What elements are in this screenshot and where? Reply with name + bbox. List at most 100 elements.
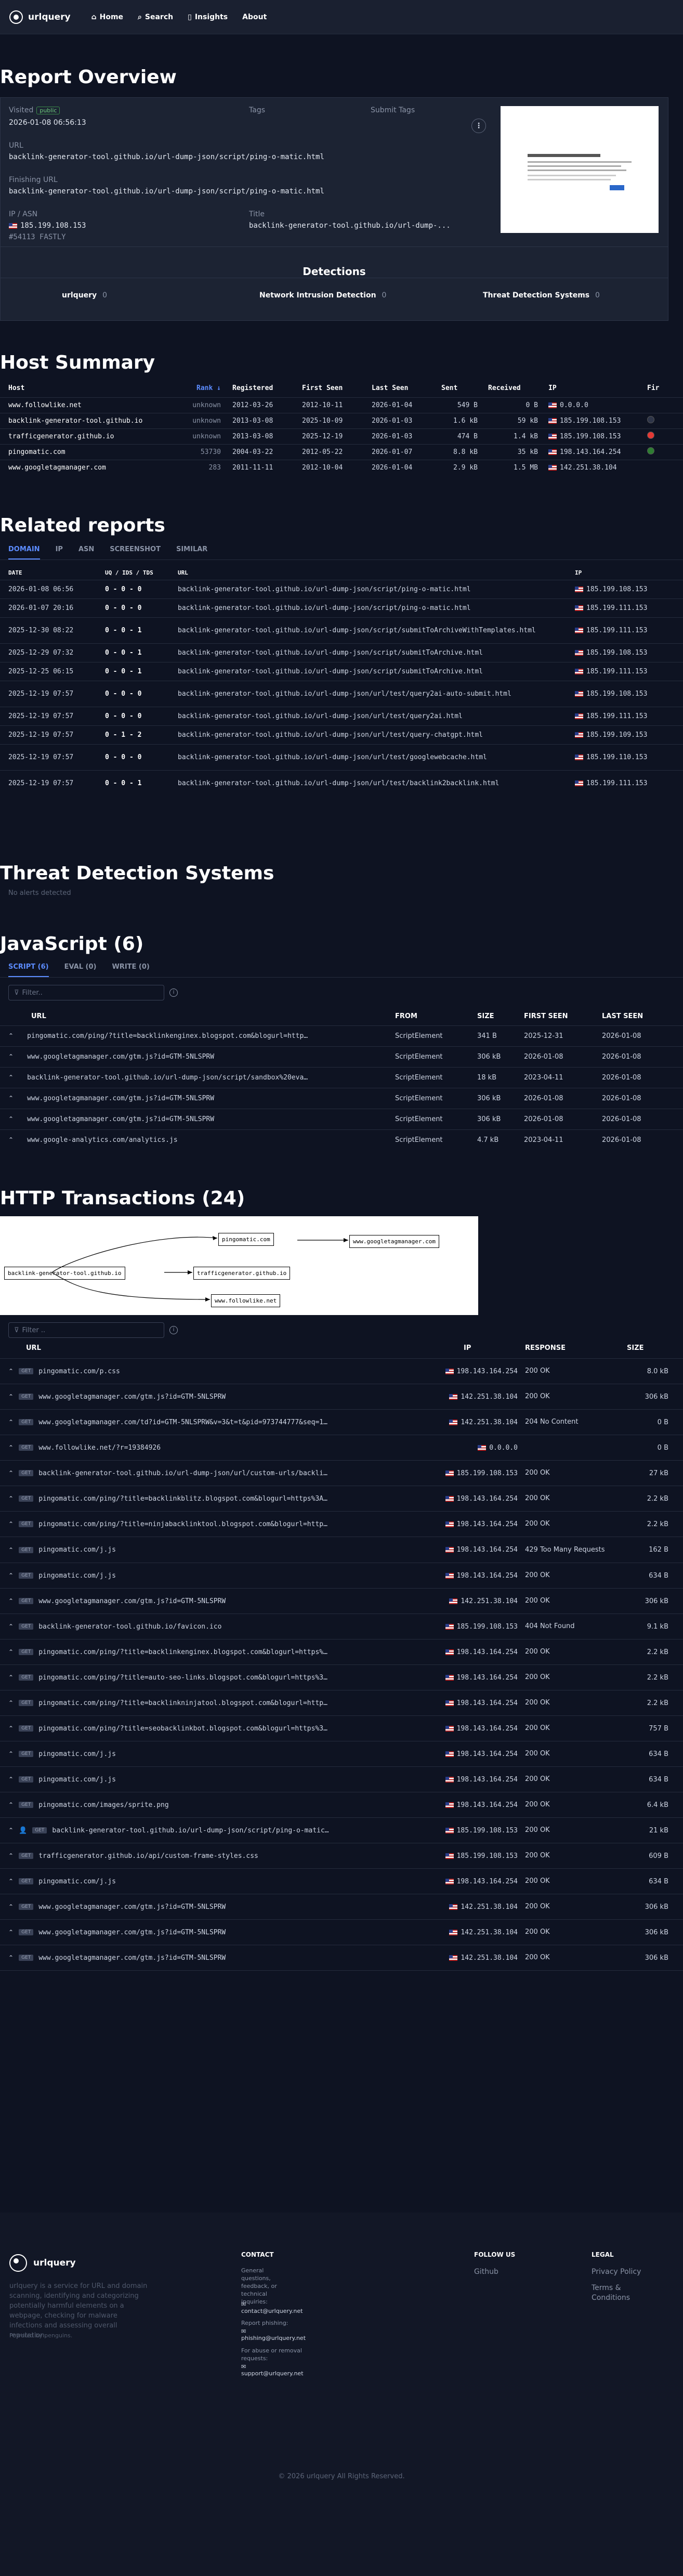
chevron-up-icon[interactable]: ⌃	[8, 1725, 14, 1732]
http-row[interactable]: ⌃ GET pingomatic.com/j.js 198.143.164.254 20…	[0, 1869, 683, 1894]
http-ip[interactable]: 142.251.38.104	[461, 1419, 518, 1426]
related-cell[interactable]: backlink-generator-tool.github.io/url-du…	[178, 662, 575, 681]
http-url[interactable]: www.googletagmanager.com/gtm.js?id=GTM-5…	[38, 1903, 226, 1911]
tab-ip[interactable]: IP	[56, 545, 63, 560]
host-row[interactable]: trafficgenerator.github.io unknown 2013-03…	[0, 428, 683, 444]
brand-logo[interactable]: urlquery	[9, 10, 71, 24]
transaction-graph[interactable]: backlink-generator-tool.github.io pingom…	[0, 1216, 478, 1315]
http-row[interactable]: ⌃ GET pingomatic.com/j.js 198.143.164.254 20…	[0, 1767, 683, 1792]
ip-header[interactable]: IP	[548, 380, 647, 397]
http-url[interactable]: backlink-generator-tool.github.io/url-du…	[38, 1469, 327, 1477]
detection-nids[interactable]: Network Intrusion Detection 0	[259, 291, 386, 300]
detection-urlquery[interactable]: urlquery 0	[62, 291, 107, 300]
related-cell[interactable]: backlink-generator-tool.github.io/url-du…	[178, 744, 575, 770]
http-filter-input[interactable]: ⊽ Filter ..	[8, 1322, 164, 1338]
http-ip[interactable]: 198.143.164.254	[457, 1674, 518, 1682]
http-row[interactable]: ⌃ GET www.googletagmanager.com/gtm.js?id=G…	[0, 1589, 683, 1614]
info-icon[interactable]: i	[169, 988, 178, 997]
http-ip[interactable]: 198.143.164.254	[457, 1572, 518, 1580]
related-row[interactable]: 2025-12-25 06:15 0 - 0 - 1 backlink-genera…	[0, 662, 683, 681]
related-row[interactable]: 2025-12-29 07:32 0 - 0 - 1 backlink-genera…	[0, 643, 683, 662]
js-row[interactable]: ⌃ backlink-generator-tool.github.io/url-d…	[0, 1067, 683, 1088]
http-row[interactable]: ⌃ GET pingomatic.com/ping/?title=ninjaback…	[0, 1512, 683, 1537]
host-cell[interactable]: www.googletagmanager.com	[0, 460, 183, 475]
chevron-up-icon[interactable]: ⌃	[8, 1419, 14, 1426]
http-row[interactable]: ⌃ GET pingomatic.com/p.css 198.143.164.254 2…	[0, 1359, 683, 1384]
last-seen-header[interactable]: Last Seen	[372, 380, 441, 397]
graph-node-root[interactable]: backlink-generator-tool.github.io	[4, 1267, 125, 1280]
more-menu-icon[interactable]: ⋮	[471, 119, 486, 133]
chevron-up-icon[interactable]: ⌃	[8, 1954, 14, 1961]
rank-sort-header[interactable]: Rank ↓	[183, 380, 232, 397]
detection-tds[interactable]: Threat Detection Systems 0	[483, 291, 600, 300]
http-url[interactable]: backlink-generator-tool.github.io/favico…	[38, 1623, 221, 1631]
js-row[interactable]: ⌃ pingomatic.com/ping/?title=backlinkengi…	[0, 1025, 683, 1046]
chevron-up-icon[interactable]: ⌃	[8, 1827, 14, 1834]
http-ip[interactable]: 142.251.38.104	[461, 1954, 518, 1962]
nav-search[interactable]: ⌕ Search	[138, 13, 173, 21]
js-url[interactable]: backlink-generator-tool.github.io/url-du…	[27, 1074, 308, 1082]
http-url[interactable]: www.googletagmanager.com/gtm.js?id=GTM-5…	[38, 1597, 226, 1605]
http-row[interactable]: ⌃ GET www.googletagmanager.com/gtm.js?id=G…	[0, 1920, 683, 1945]
submit-tags-link[interactable]: Submit Tags	[371, 106, 415, 114]
host-row[interactable]: pingomatic.com 53730 2004-03-22 2012-05-22 2…	[0, 444, 683, 460]
chevron-up-icon[interactable]: ⌃	[8, 1546, 14, 1554]
http-row[interactable]: ⌃ GET pingomatic.com/j.js 198.143.164.254 20…	[0, 1563, 683, 1589]
http-url[interactable]: pingomatic.com/j.js	[38, 1878, 116, 1885]
http-url[interactable]: www.followlike.net/?r=19384926	[38, 1444, 161, 1452]
http-url[interactable]: pingomatic.com/ping/?title=backlinkninja…	[38, 1699, 327, 1707]
http-url[interactable]: pingomatic.com/images/sprite.png	[38, 1801, 168, 1809]
http-url[interactable]: www.googletagmanager.com/gtm.js?id=GTM-5…	[38, 1929, 226, 1936]
http-ip[interactable]: 185.199.108.153	[457, 1623, 518, 1631]
chevron-up-icon[interactable]: ⌃	[8, 1776, 14, 1783]
graph-node-pingomatic[interactable]: pingomatic.com	[218, 1233, 274, 1246]
related-cell[interactable]: backlink-generator-tool.github.io/url-du…	[178, 725, 575, 744]
received-header[interactable]: Received	[488, 380, 548, 397]
http-url[interactable]: trafficgenerator.github.io/api/custom-fr…	[38, 1852, 258, 1860]
privacy-link[interactable]: Privacy Policy	[592, 2268, 641, 2276]
chevron-up-icon[interactable]: ⌃	[8, 1648, 14, 1656]
http-ip[interactable]: 0.0.0.0	[489, 1444, 518, 1452]
http-ip[interactable]: 198.143.164.254	[457, 1520, 518, 1528]
contact-email-link[interactable]: ✉ contact@urlquery.net	[241, 2301, 303, 2314]
http-url[interactable]: www.googletagmanager.com/gtm.js?id=GTM-5…	[38, 1954, 226, 1962]
http-url[interactable]: www.googletagmanager.com/td?id=GTM-5NLSP…	[38, 1419, 327, 1426]
related-cell[interactable]: backlink-generator-tool.github.io/url-du…	[178, 707, 575, 725]
chevron-up-icon[interactable]: ⌃	[8, 1572, 14, 1579]
http-ip[interactable]: 185.199.108.153	[457, 1852, 518, 1860]
http-ip[interactable]: 198.143.164.254	[457, 1878, 518, 1885]
related-row[interactable]: 2025-12-30 08:22 0 - 0 - 1 backlink-genera…	[0, 617, 683, 643]
screenshot-thumbnail[interactable]	[501, 106, 659, 233]
report-ip[interactable]: 185.199.108.153	[20, 222, 86, 230]
chevron-up-icon[interactable]: ⌃	[8, 1674, 14, 1681]
http-ip[interactable]: 198.143.164.254	[457, 1750, 518, 1758]
js-row[interactable]: ⌃ www.googletagmanager.com/gtm.js?id=GTM-…	[0, 1088, 683, 1109]
http-url[interactable]: pingomatic.com/ping/?title=backlinkblitz…	[38, 1495, 327, 1503]
finishing-url[interactable]: backlink-generator-tool.github.io/url-du…	[9, 187, 324, 196]
chevron-up-icon[interactable]: ⌃	[8, 1878, 14, 1885]
chevron-up-icon[interactable]: ⌃	[8, 1495, 14, 1502]
http-ip[interactable]: 198.143.164.254	[457, 1699, 518, 1707]
js-url[interactable]: www.googletagmanager.com/gtm.js?id=GTM-5…	[27, 1053, 214, 1061]
chevron-up-icon[interactable]: ⌃	[8, 1801, 14, 1809]
chevron-up-icon[interactable]: ⌃	[8, 1699, 14, 1707]
host-row[interactable]: www.followlike.net unknown 2012-03-26 2012-…	[0, 397, 683, 413]
graph-node-followlike[interactable]: www.followlike.net	[211, 1294, 281, 1307]
http-url[interactable]: pingomatic.com/j.js	[38, 1546, 116, 1554]
chevron-up-icon[interactable]: ⌃	[8, 1469, 14, 1477]
http-url[interactable]: pingomatic.com/ping/?title=auto-seo-link…	[38, 1674, 327, 1682]
host-cell[interactable]: www.followlike.net	[0, 397, 183, 413]
js-url[interactable]: www.googletagmanager.com/gtm.js?id=GTM-5…	[27, 1115, 214, 1123]
js-row[interactable]: ⌃ www.google-analytics.com/analytics.js Sc…	[0, 1129, 683, 1150]
http-url[interactable]: pingomatic.com/j.js	[38, 1572, 116, 1580]
http-ip[interactable]: 198.143.164.254	[457, 1495, 518, 1503]
support-email-link[interactable]: ✉ support@urlquery.net	[241, 2363, 304, 2377]
chevron-up-icon[interactable]: ⌃	[8, 1074, 14, 1081]
http-row[interactable]: ⌃ GET pingomatic.com/ping/?title=backlinke…	[0, 1640, 683, 1665]
chevron-up-icon[interactable]: ⌃	[8, 1095, 14, 1102]
chevron-up-icon[interactable]: ⌃	[8, 1368, 14, 1375]
http-row[interactable]: ⌃ GET www.googletagmanager.com/gtm.js?id=G…	[0, 1384, 683, 1410]
related-cell[interactable]: backlink-generator-tool.github.io/url-du…	[178, 643, 575, 662]
related-row[interactable]: 2026-01-08 06:56 0 - 0 - 0 backlink-genera…	[0, 580, 683, 599]
github-link[interactable]: Github	[474, 2268, 498, 2276]
